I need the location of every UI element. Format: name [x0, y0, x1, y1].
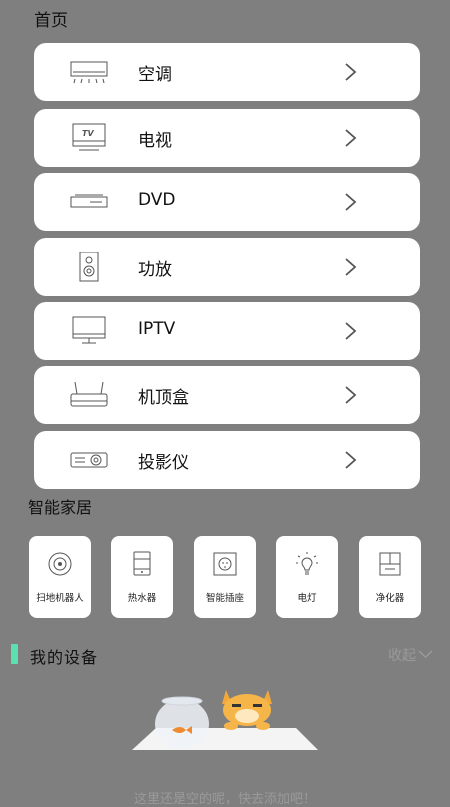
smart-tile-air-purifier[interactable]: 净化器 — [359, 536, 421, 618]
dvd-player-icon — [70, 194, 108, 208]
device-card-tv[interactable]: TV 电视 — [34, 109, 420, 167]
tile-label: 电灯 — [297, 593, 317, 604]
smart-tile-robot-vacuum[interactable]: 扫地机器人 — [29, 536, 91, 618]
chevron-right-icon — [345, 322, 357, 340]
chevron-right-icon — [345, 63, 357, 81]
smart-tile-light[interactable]: 电灯 — [276, 536, 338, 618]
collapse-button[interactable]: 收起 — [388, 645, 416, 665]
device-card-set-top-box[interactable]: 机顶盒 — [34, 366, 420, 424]
device-label: DVD — [138, 190, 176, 210]
tile-label: 净化器 — [375, 593, 405, 604]
device-card-projector[interactable]: 投影仪 — [34, 431, 420, 489]
water-heater-icon — [133, 551, 151, 576]
device-label: 功放 — [138, 260, 172, 280]
device-card-dvd[interactable]: DVD — [34, 173, 420, 231]
robot-vacuum-icon — [48, 552, 72, 576]
chevron-down-icon[interactable] — [418, 647, 433, 661]
page-title: 首页 — [34, 11, 68, 31]
monitor-icon — [72, 316, 106, 344]
chevron-right-icon — [345, 129, 357, 147]
device-label: IPTV — [138, 319, 176, 339]
device-label: 电视 — [138, 131, 172, 151]
smart-tile-water-heater[interactable]: 热水器 — [111, 536, 173, 618]
tile-label: 扫地机器人 — [36, 593, 84, 604]
device-label: 机顶盒 — [138, 388, 189, 408]
device-card-amplifier[interactable]: 功放 — [34, 238, 420, 296]
empty-state-text: 这里还是空的呢，快去添加吧！ — [133, 792, 316, 807]
cat-icon — [222, 690, 272, 730]
chevron-right-icon — [345, 193, 357, 211]
smart-socket-icon — [213, 552, 237, 576]
empty-state-illustration — [132, 690, 318, 750]
section-accent-bar — [11, 644, 18, 664]
device-label: 投影仪 — [138, 453, 189, 473]
speaker-icon — [79, 252, 99, 282]
device-card-iptv[interactable]: IPTV — [34, 302, 420, 360]
smart-home-title: 智能家居 — [28, 498, 93, 517]
tile-label: 智能插座 — [205, 593, 244, 604]
air-purifier-icon — [379, 552, 401, 576]
chevron-right-icon — [345, 258, 357, 276]
device-card-air-conditioner[interactable]: 空调 — [34, 43, 420, 101]
tv-icon: TV — [72, 123, 106, 151]
fishbowl-icon — [155, 696, 209, 749]
chevron-right-icon — [345, 386, 357, 404]
set-top-box-icon — [70, 381, 108, 407]
projector-icon — [70, 452, 108, 468]
device-label: 空调 — [138, 65, 172, 85]
tv-icon-text: TV — [82, 129, 94, 138]
light-bulb-icon — [296, 552, 318, 575]
chevron-right-icon — [345, 451, 357, 469]
smart-tile-smart-socket[interactable]: 智能插座 — [194, 536, 256, 618]
my-devices-title: 我的设备 — [30, 648, 99, 667]
tile-label: 热水器 — [127, 593, 157, 604]
air-conditioner-icon — [70, 61, 108, 84]
